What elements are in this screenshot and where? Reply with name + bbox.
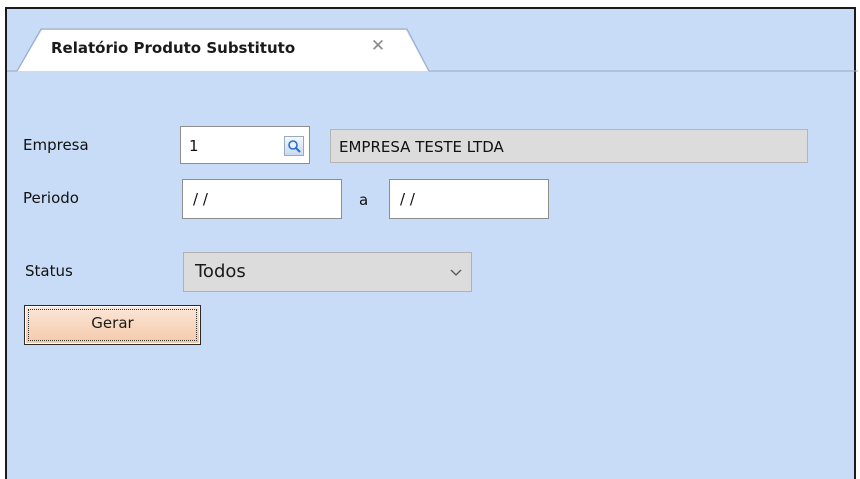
generate-button-label: Gerar	[28, 309, 197, 341]
periodo-label: Periodo	[23, 189, 79, 207]
generate-button[interactable]: Gerar	[24, 305, 201, 345]
status-select[interactable]: Todos	[183, 252, 472, 292]
empresa-code-field[interactable]: 1	[180, 126, 310, 164]
empresa-label: Empresa	[23, 136, 89, 154]
empresa-name-field: EMPRESA TESTE LTDA	[330, 129, 808, 163]
tab-strip: Relatório Produto Substituto ✕	[7, 9, 858, 73]
periodo-separator: a	[359, 191, 369, 209]
empresa-code-value: 1	[189, 137, 199, 155]
periodo-end-value: / /	[400, 190, 415, 208]
close-icon[interactable]: ✕	[368, 36, 388, 56]
chevron-down-icon	[450, 269, 462, 276]
periodo-start-field[interactable]: / /	[182, 179, 342, 219]
status-label: Status	[25, 262, 73, 280]
empresa-name-value: EMPRESA TESTE LTDA	[339, 138, 504, 156]
tab-title[interactable]: Relatório Produto Substituto	[51, 39, 295, 57]
report-window: Relatório Produto Substituto ✕ Empresa 1…	[5, 7, 858, 479]
periodo-start-value: / /	[193, 190, 208, 208]
status-selected-value: Todos	[195, 261, 246, 282]
magnifier-icon[interactable]	[284, 136, 304, 156]
periodo-end-field[interactable]: / /	[389, 179, 549, 219]
